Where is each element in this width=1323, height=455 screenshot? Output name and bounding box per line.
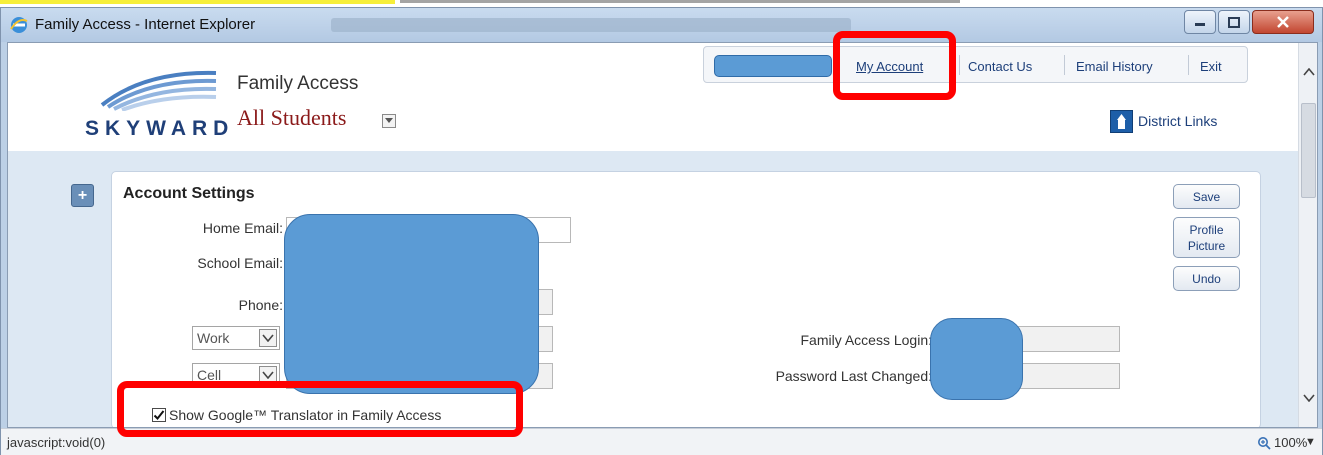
nav-exit[interactable]: Exit (1200, 59, 1222, 74)
expand-button[interactable]: + (71, 184, 94, 207)
nav-divider (1064, 55, 1065, 75)
zoom-icon (1258, 436, 1271, 450)
google-translator-option[interactable]: Show Google™ Translator in Family Access (152, 404, 441, 426)
phone-label: Phone: (238, 297, 283, 313)
profile-picture-button[interactable]: Profile Picture (1173, 217, 1240, 258)
student-selector[interactable]: All Students (237, 105, 346, 131)
plus-icon: + (77, 186, 88, 204)
account-settings-panel: Account Settings Home Email: School Emai… (111, 171, 1261, 427)
cropped-highlight-text (0, 0, 1323, 7)
phone-type-select-cell[interactable]: Cell (192, 363, 280, 387)
phone-type-select-work[interactable]: Work (192, 326, 280, 350)
status-bar: javascript:void(0) 100% ▼ (1, 428, 1322, 455)
scrollbar-thumb[interactable] (1301, 103, 1316, 198)
district-links-icon[interactable] (1110, 110, 1133, 133)
redacted-user-name (714, 55, 832, 77)
close-button[interactable] (1252, 10, 1314, 34)
zoom-dropdown-icon[interactable]: ▼ (1305, 436, 1316, 448)
school-email-label: School Email: (197, 255, 283, 271)
top-nav: My Account Contact Us Email History Exit (703, 46, 1248, 83)
page-header: SKYWARD Family Access All Students My Ac… (8, 43, 1298, 151)
building-icon (1117, 114, 1126, 129)
zoom-level: 100% (1274, 435, 1308, 450)
page-viewport: SKYWARD Family Access All Students My Ac… (7, 42, 1318, 428)
undo-button[interactable]: Undo (1173, 266, 1240, 291)
nav-contact-us[interactable]: Contact Us (968, 59, 1032, 74)
browser-window: Family Access - Internet Explorer SKYWAR… (0, 7, 1323, 455)
yellow-highlight (0, 0, 395, 4)
vertical-scrollbar[interactable] (1298, 43, 1317, 427)
window-title: Family Access - Internet Explorer (35, 16, 256, 33)
close-icon (1277, 16, 1289, 28)
status-text: javascript:void(0) (7, 435, 106, 450)
skyward-logo-swoosh-icon (100, 70, 217, 111)
maximize-icon (1228, 16, 1240, 28)
maximize-button[interactable] (1218, 10, 1250, 34)
skyward-logo-text: SKYWARD (85, 117, 235, 140)
nav-divider (1188, 55, 1189, 75)
screenshot: { "window": { "title": "Family Access - … (0, 0, 1323, 455)
app-name: Family Access (237, 73, 359, 94)
zoom-control[interactable]: 100% (1257, 435, 1307, 450)
cropped-text (400, 0, 960, 3)
nav-email-history[interactable]: Email History (1076, 59, 1153, 74)
scroll-down-icon[interactable] (1302, 391, 1316, 405)
ie-icon (10, 17, 28, 33)
main-content: + Account Settings Home Email: School Em… (8, 151, 1298, 427)
scroll-up-icon[interactable] (1302, 65, 1316, 79)
redaction-block (930, 318, 1023, 400)
blurred-title-area (331, 18, 851, 32)
minimize-button[interactable] (1184, 10, 1216, 34)
district-links[interactable]: District Links (1138, 113, 1217, 129)
chevron-down-icon (259, 366, 277, 384)
family-access-login-label: Family Access Login: (800, 332, 933, 348)
nav-my-account[interactable]: My Account (856, 59, 923, 74)
checkmark-icon (153, 410, 165, 420)
chevron-down-icon (385, 118, 393, 123)
save-button[interactable]: Save (1173, 184, 1240, 209)
home-email-label: Home Email: (202, 220, 283, 236)
password-last-changed-label: Password Last Changed: (775, 368, 932, 384)
minimize-icon (1195, 23, 1205, 26)
title-bar: Family Access - Internet Explorer (1, 8, 1322, 42)
google-translator-checkbox[interactable] (152, 408, 166, 422)
phone-type-value: Cell (197, 367, 222, 383)
redaction-block (284, 214, 539, 394)
account-settings-title: Account Settings (123, 185, 255, 202)
nav-divider (959, 55, 960, 75)
google-translator-label: Show Google™ Translator in Family Access (169, 407, 442, 423)
chevron-down-icon (259, 329, 277, 347)
phone-type-value: Work (197, 330, 230, 346)
student-selector-dropdown[interactable] (382, 114, 396, 128)
